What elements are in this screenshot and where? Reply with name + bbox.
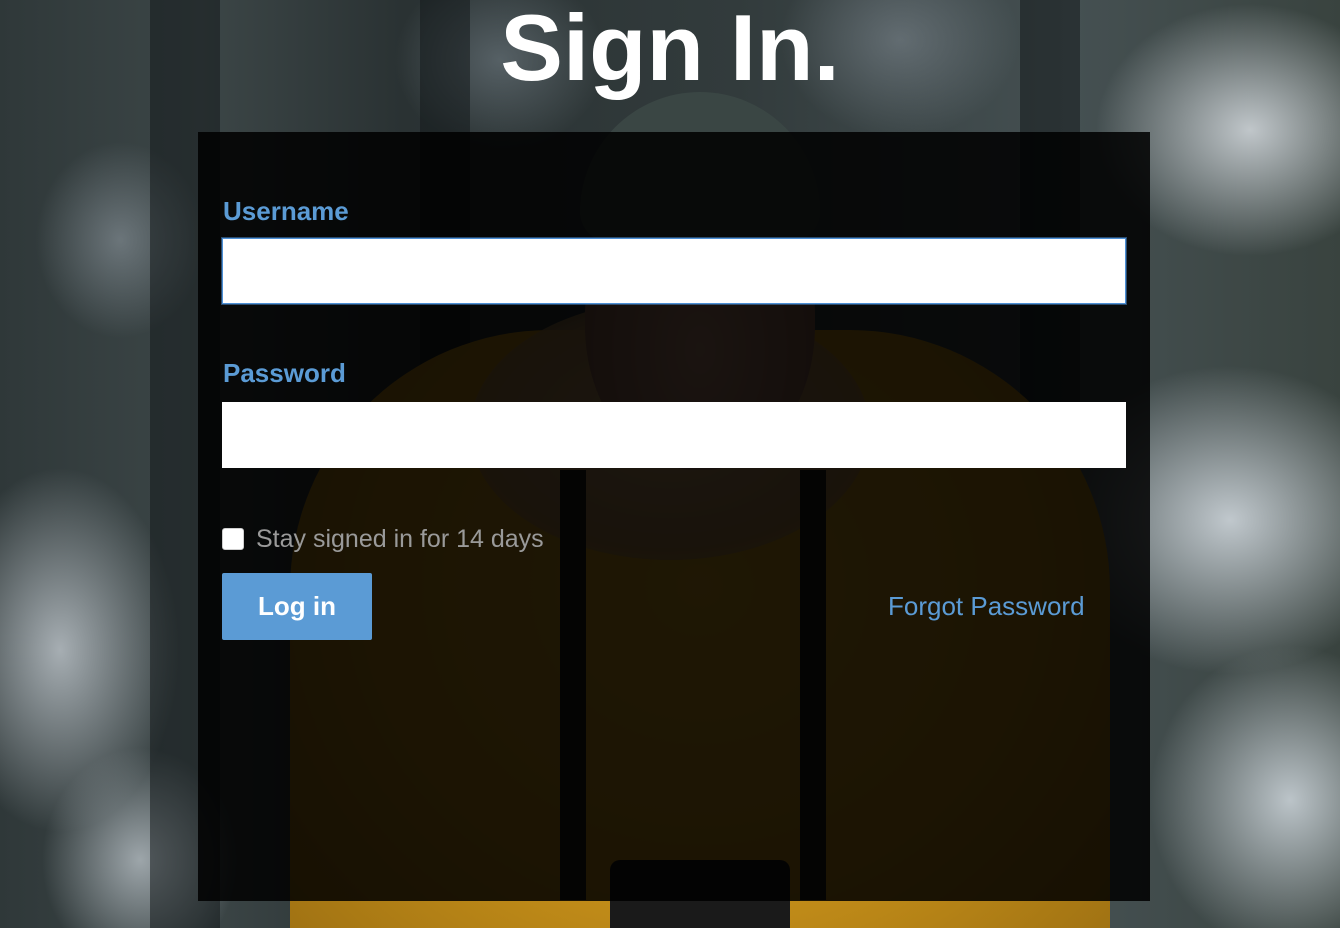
remember-me-row: Stay signed in for 14 days [222, 524, 544, 554]
password-label: Password [223, 358, 346, 388]
username-input[interactable] [222, 238, 1126, 304]
page-title: Sign In. [500, 0, 840, 100]
password-input[interactable] [222, 402, 1126, 468]
login-panel: Username Password Stay signed in for 14 … [198, 132, 1150, 901]
remember-me-label[interactable]: Stay signed in for 14 days [256, 525, 544, 554]
remember-me-checkbox[interactable] [222, 528, 244, 550]
username-label: Username [223, 196, 349, 226]
forgot-password-link[interactable]: Forgot Password [888, 591, 1085, 622]
login-button[interactable]: Log in [222, 573, 372, 640]
